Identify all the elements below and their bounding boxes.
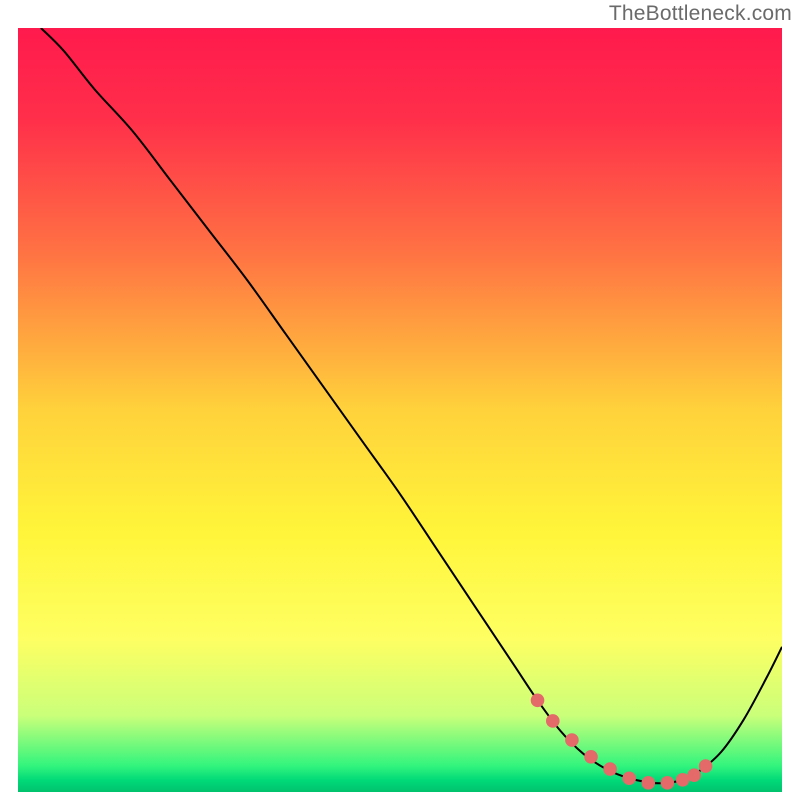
highlight-dot xyxy=(584,750,598,764)
highlight-dot xyxy=(687,768,701,782)
gradient-background xyxy=(18,28,782,792)
highlight-dot xyxy=(642,776,656,790)
highlight-dot xyxy=(622,771,636,785)
highlight-dot xyxy=(531,694,545,708)
highlight-dot xyxy=(565,733,579,747)
watermark-text: TheBottleneck.com xyxy=(609,2,792,26)
chart-svg xyxy=(18,28,782,792)
plot-area xyxy=(18,28,782,792)
highlight-dot xyxy=(603,762,617,776)
highlight-dot xyxy=(661,776,675,790)
highlight-dot xyxy=(546,714,560,728)
chart-container: TheBottleneck.com xyxy=(0,0,800,800)
highlight-dot xyxy=(699,759,713,773)
